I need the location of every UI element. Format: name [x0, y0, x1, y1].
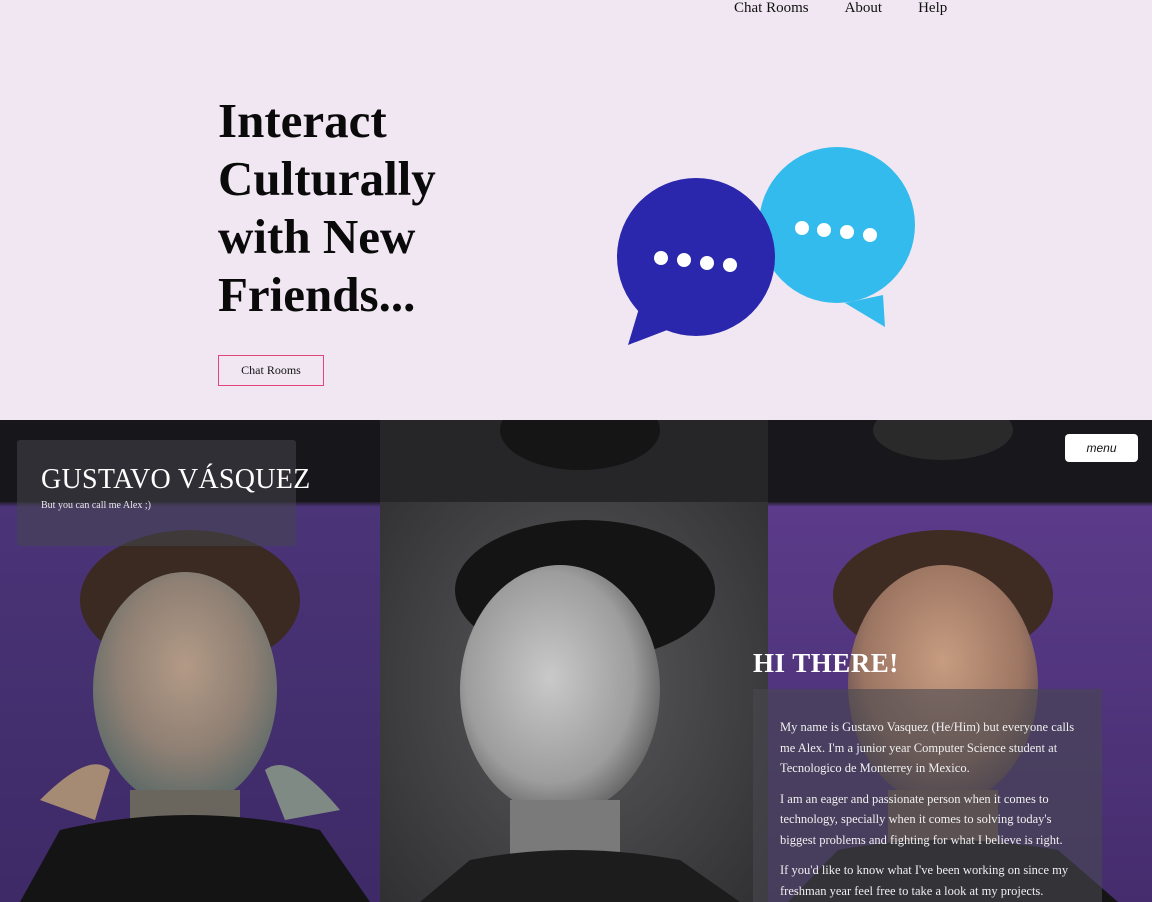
- profile-name: GUSTAVO VÁSQUEZ: [41, 464, 311, 495]
- portrait-middle: [380, 420, 768, 902]
- about-paragraph-2: I am an eager and passionate person when…: [780, 791, 1063, 847]
- top-nav: Chat Rooms About Help: [734, 0, 947, 16]
- hero-title-line-3: with New: [218, 209, 416, 264]
- menu-button[interactable]: menu: [1065, 434, 1138, 462]
- hero-section: Chat Rooms About Help Interact Culturall…: [0, 0, 1152, 420]
- greeting-heading: HI THERE!: [753, 648, 899, 678]
- chat-bubble-light-icon: [759, 147, 915, 327]
- nav-chat-rooms[interactable]: Chat Rooms: [734, 0, 809, 16]
- about-paragraph-3: If you'd like to know what I've been wor…: [780, 863, 1069, 898]
- profile-tagline: But you can call me Alex ;): [41, 500, 151, 511]
- hero-title-line-4: Friends...: [218, 267, 416, 322]
- chat-bubble-dark-icon: [617, 178, 775, 345]
- portrait-middle-image: [380, 420, 768, 902]
- profile-section: GUSTAVO VÁSQUEZ But you can call me Alex…: [0, 420, 1152, 902]
- nav-help[interactable]: Help: [918, 0, 947, 16]
- chat-rooms-button[interactable]: Chat Rooms: [218, 355, 324, 386]
- about-paragraph-1: My name is Gustavo Vasquez (He/Him) but …: [780, 720, 1075, 775]
- hero-title-line-1: Interact: [218, 93, 387, 148]
- hero-title-line-2: Culturally: [218, 151, 436, 206]
- about-card: My name is Gustavo Vasquez (He/Him) but …: [753, 689, 1102, 902]
- hero-title: Interact Culturally with New Friends...: [218, 92, 478, 324]
- chat-bubbles-icon: [617, 147, 915, 345]
- nav-about[interactable]: About: [845, 0, 883, 16]
- name-card: GUSTAVO VÁSQUEZ But you can call me Alex…: [17, 440, 310, 546]
